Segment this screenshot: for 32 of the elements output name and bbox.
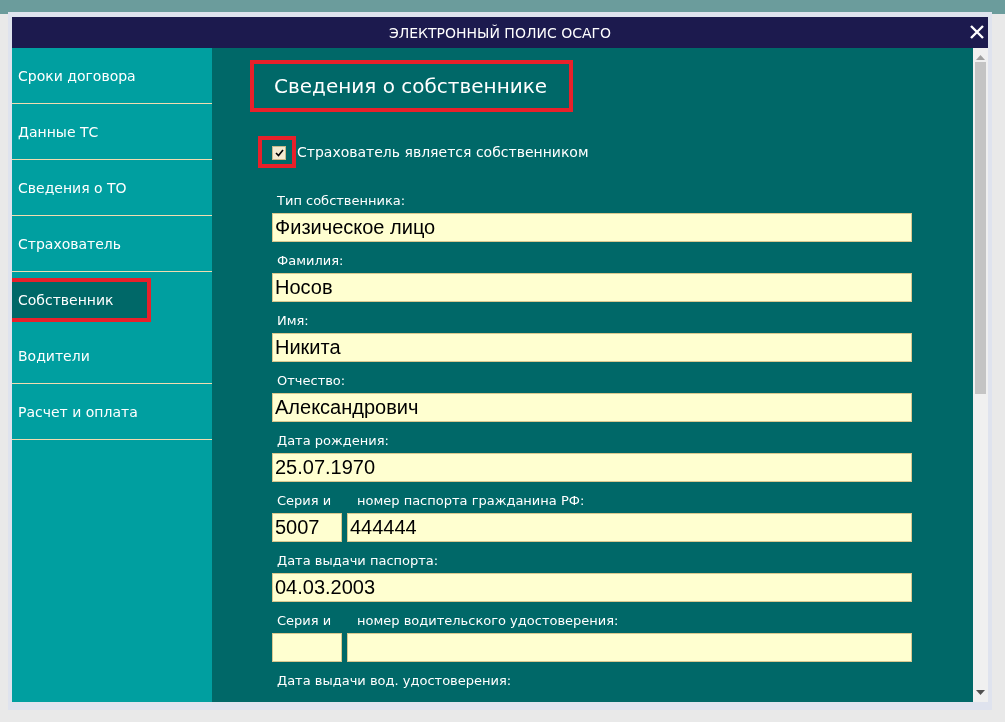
input-field[interactable]: Никита <box>272 333 912 362</box>
scroll-down-icon[interactable] <box>976 690 985 696</box>
input-field[interactable]: 5007 <box>272 513 342 542</box>
field-label: номер паспорта гражданина РФ: <box>356 492 586 509</box>
field-label: Дата выдачи вод. удостоверения: <box>276 672 513 689</box>
input-field[interactable] <box>347 633 912 662</box>
field-label: Фамилия: <box>276 252 345 269</box>
field-label: Серия и <box>276 492 333 509</box>
input-field[interactable]: Физическое лицо <box>272 213 912 242</box>
field-label: Дата рождения: <box>276 432 390 449</box>
field-label: Дата выдачи паспорта: <box>276 552 440 569</box>
input-field[interactable] <box>272 633 342 662</box>
input-field[interactable]: 444444 <box>347 513 912 542</box>
section-heading: Сведения о собственнике <box>250 60 574 112</box>
check-icon <box>274 149 284 157</box>
checkbox-label: Страхователь является собственником <box>297 144 589 160</box>
checkbox[interactable] <box>258 136 296 168</box>
scroll-up-icon[interactable] <box>976 54 985 60</box>
scrollbar[interactable] <box>973 48 988 702</box>
input-field[interactable]: Александрович <box>272 393 912 422</box>
window-title: ЭЛЕКТРОННЫЙ ПОЛИС ОСАГО <box>388 24 612 41</box>
field-label: Тип собственника: <box>276 192 407 209</box>
input-field[interactable]: Носов <box>272 273 912 302</box>
field-label: Серия и <box>276 612 333 629</box>
field-label: Отчество: <box>276 372 347 389</box>
field-label: Имя: <box>276 312 310 329</box>
input-field[interactable]: 04.03.2003 <box>272 573 912 602</box>
input-field[interactable]: 25.07.1970 <box>272 453 912 482</box>
scroll-thumb[interactable] <box>975 62 986 394</box>
close-icon[interactable] <box>969 24 985 40</box>
field-label: номер водительского удостоверения: <box>356 612 620 629</box>
sidebar-item[interactable]: Собственник <box>12 278 151 322</box>
